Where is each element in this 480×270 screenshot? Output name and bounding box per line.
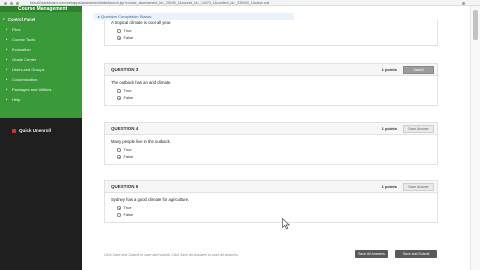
question-title: QUESTION 5 <box>111 184 139 189</box>
browser-menu-icon[interactable] <box>462 1 465 5</box>
question-block: A tropical climate is cool all year. Tru… <box>104 20 438 46</box>
sidebar-item-control-panel[interactable]: ▾ Control Panel <box>0 16 82 23</box>
question-header: QUESTION 4 1 points Save Answer <box>105 123 437 135</box>
course-menu-sidebar: Course Management ▾ Control Panel ▸ Files … <box>0 6 82 270</box>
chevron-right-icon: ▸ <box>6 47 8 51</box>
chevron-right-icon: ▸ <box>6 87 8 91</box>
chevron-right-icon: ▸ <box>6 37 8 41</box>
question-text: Sydney has a good climate for agricultur… <box>111 197 190 202</box>
course-management-header: Course Management <box>0 6 82 12</box>
back-icon[interactable] <box>4 1 7 5</box>
control-panel-section: Course Management ▾ Control Panel ▸ Files … <box>0 6 82 118</box>
save-answer-button[interactable]: Save Answer <box>403 125 434 133</box>
save-answer-button[interactable]: Saved <box>403 66 434 74</box>
answer-option-false[interactable]: False <box>117 35 133 40</box>
url-text[interactable]: bbsu8.blackboard.com/webapps/assessment/… <box>30 0 390 6</box>
save-and-submit-button[interactable]: Save and Submit <box>395 250 437 258</box>
answer-option-true[interactable]: True <box>117 147 132 152</box>
sidebar-item-packages-and-utilities[interactable]: ▸ Packages and Utilities <box>0 86 82 93</box>
question-title: QUESTION 4 <box>111 126 139 131</box>
radio-button-selected[interactable] <box>117 206 121 210</box>
page-scrollbar[interactable] <box>470 6 480 270</box>
chevron-right-icon: ▸ <box>6 77 8 81</box>
sidebar-item-help[interactable]: ▸ Help <box>0 96 82 103</box>
question-points: 1 points <box>381 126 397 131</box>
radio-button[interactable] <box>117 148 121 152</box>
radio-button-selected[interactable] <box>117 155 121 159</box>
mouse-cursor-icon <box>282 218 290 230</box>
sidebar-item-evaluation[interactable]: ▸ Evaluation <box>0 46 82 53</box>
radio-button[interactable] <box>117 213 121 217</box>
question-header: QUESTION 3 1 points Saved <box>105 64 437 76</box>
sidebar-item-course-tools[interactable]: ▸ Course Tools <box>0 36 82 43</box>
question-block: QUESTION 5 1 points Save Answer Sydney h… <box>104 180 438 223</box>
answer-option-true[interactable]: True <box>117 205 132 210</box>
question-points: 1 points <box>381 67 397 72</box>
question-text: A tropical climate is cool all year. <box>111 20 172 25</box>
forward-icon[interactable] <box>10 1 13 5</box>
sidebar-item-customization[interactable]: ▸ Customization <box>0 76 82 83</box>
chevron-right-icon: ▸ <box>6 67 8 71</box>
question-text: The outback has an arid climate. <box>111 80 172 85</box>
scrollbar-thumb[interactable] <box>473 10 478 40</box>
unenroll-icon <box>12 128 16 133</box>
answer-option-false[interactable]: False <box>117 212 133 217</box>
radio-button[interactable] <box>117 29 121 33</box>
question-points: 1 points <box>381 184 397 189</box>
sidebar-item-users-and-groups[interactable]: ▸ Users and Groups <box>0 66 82 73</box>
save-answer-button[interactable]: Save Answer <box>403 183 434 191</box>
question-block: QUESTION 4 1 points Save Answer Many peo… <box>104 122 438 165</box>
sidebar-item-files[interactable]: ▸ Files <box>0 26 82 33</box>
question-block: QUESTION 3 1 points Saved The outback ha… <box>104 63 438 106</box>
quick-unenroll-link[interactable]: Quick Unenroll <box>12 128 51 133</box>
chevron-right-icon: ▸ <box>6 97 8 101</box>
question-completion-status[interactable]: ▸ Question Completion Status: <box>94 13 294 20</box>
answer-option-true[interactable]: True <box>117 28 132 33</box>
sidebar-item-grade-center[interactable]: ▸ Grade Center <box>0 56 82 63</box>
answer-option-true[interactable]: True <box>117 88 132 93</box>
radio-button[interactable] <box>117 89 121 93</box>
save-all-answers-button[interactable]: Save All Answers <box>355 250 388 258</box>
reload-icon[interactable] <box>16 1 19 5</box>
chevron-right-icon: ▸ <box>6 57 8 61</box>
answer-option-false[interactable]: False <box>117 154 133 159</box>
chevron-right-icon: ▸ <box>6 27 8 31</box>
radio-button-selected[interactable] <box>117 96 121 100</box>
submit-instructions: Click Save and Submit to save and submit… <box>104 253 239 257</box>
question-text: Many people live in the outback. <box>111 139 171 144</box>
question-header: QUESTION 5 1 points Save Answer <box>105 181 437 193</box>
answer-option-false[interactable]: False <box>117 95 133 100</box>
question-title: QUESTION 3 <box>111 67 139 72</box>
radio-button-selected[interactable] <box>117 36 121 40</box>
chevron-down-icon: ▾ <box>3 17 5 21</box>
